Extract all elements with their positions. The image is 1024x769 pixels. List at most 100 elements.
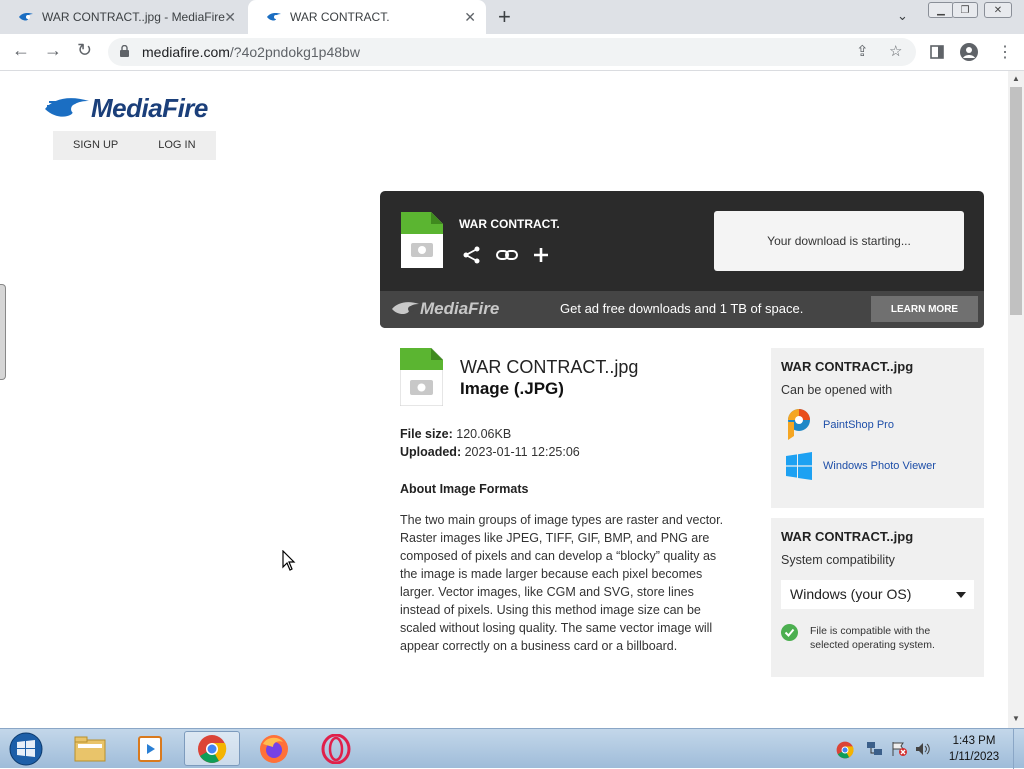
chrome-icon <box>198 734 227 763</box>
new-tab-plus-icon[interactable]: + <box>498 4 511 30</box>
start-button-icon[interactable] <box>6 732 46 766</box>
url-host: mediafire.com <box>142 44 230 60</box>
paintshop-pro-icon <box>788 409 810 440</box>
close-window-icon[interactable]: ✕ <box>984 2 1012 18</box>
windows-taskbar: 1:43 PM 1/11/2023 <box>0 728 1024 769</box>
os-select-value: Windows (your OS) <box>790 586 912 602</box>
windows-logo-icon <box>786 452 812 480</box>
opera-icon <box>321 733 351 764</box>
action-center-flag-icon[interactable] <box>890 741 908 757</box>
os-select[interactable]: Windows (your OS) <box>781 580 974 609</box>
page-content: MediaFire SIGN UP LOG IN WAR CONTRACT. Y… <box>0 71 1008 728</box>
mediafire-logo[interactable]: MediaFire <box>45 93 208 124</box>
back-arrow-icon[interactable]: ← <box>12 40 30 61</box>
copy-link-icon[interactable] <box>496 245 518 265</box>
mediafire-favicon-icon <box>267 13 281 21</box>
tab-mediafire-file[interactable]: WAR CONTRACT..jpg - MediaFire ✕ <box>0 0 246 34</box>
scroll-thumb[interactable] <box>1010 87 1022 315</box>
bookmark-star-icon[interactable]: ☆ <box>889 42 902 60</box>
file-type: Image (.JPG) <box>460 379 564 398</box>
scroll-down-arrow-icon[interactable]: ▼ <box>1012 714 1020 723</box>
browser-toolbar: ← → ↻ mediafire.com/?4o2pndokg1p48bw ⇪ ☆… <box>0 34 1024 71</box>
taskbar-chrome[interactable] <box>184 731 240 766</box>
compat-status: File is compatible with the selected ope… <box>781 624 960 652</box>
mediafire-flame-icon <box>392 302 419 315</box>
tab-title: WAR CONTRACT..jpg - MediaFire <box>42 10 225 24</box>
tab-title: WAR CONTRACT. <box>290 10 390 24</box>
tab-close-icon[interactable]: ✕ <box>224 9 236 26</box>
forward-arrow-icon[interactable]: → <box>44 40 62 61</box>
download-status: Your download is starting... <box>714 211 964 271</box>
reload-icon[interactable]: ↻ <box>77 40 92 61</box>
about-title: About Image Formats <box>400 482 529 496</box>
file-name: WAR CONTRACT..jpg <box>460 357 639 377</box>
file-size-value: 120.06KB <box>456 427 512 441</box>
address-bar[interactable]: mediafire.com/?4o2pndokg1p48bw ⇪ ☆ <box>108 38 916 66</box>
log-in-button[interactable]: LOG IN <box>138 131 215 160</box>
open-with-card: WAR CONTRACT..jpg Can be opened with Pai… <box>771 348 984 508</box>
scroll-up-arrow-icon[interactable]: ▲ <box>1012 74 1020 83</box>
image-file-icon <box>400 348 443 406</box>
download-file-name: WAR CONTRACT. <box>459 217 560 231</box>
network-icon[interactable] <box>866 741 884 757</box>
lock-icon <box>120 45 129 57</box>
promo-bar: MediaFire Get ad free downloads and 1 TB… <box>380 291 984 328</box>
tab-active-download[interactable]: WAR CONTRACT. ✕ <box>248 0 486 34</box>
menu-kebab-icon[interactable]: ⋮ <box>997 42 1013 62</box>
clock-time: 1:43 PM <box>952 735 996 747</box>
learn-more-button[interactable]: LEARN MORE <box>871 296 978 322</box>
app-paintshop-pro[interactable]: PaintShop Pro <box>785 408 894 442</box>
profile-avatar-icon[interactable] <box>960 43 978 61</box>
media-player-icon <box>138 735 162 762</box>
app-name: Windows Photo Viewer <box>823 460 936 472</box>
tray-chrome-icon[interactable] <box>836 741 854 759</box>
share-icon[interactable] <box>462 245 482 265</box>
caret-down-icon <box>956 592 966 598</box>
file-size-label: File size: <box>400 427 453 441</box>
show-desktop-button[interactable] <box>1013 729 1024 769</box>
firefox-icon <box>260 734 288 763</box>
promo-logo: MediaFire <box>392 299 499 319</box>
tab-search-chevron-icon[interactable]: ⌄ <box>897 8 908 24</box>
download-panel: WAR CONTRACT. Your download is starting.… <box>380 191 984 328</box>
compat-title: WAR CONTRACT..jpg <box>781 529 914 544</box>
add-plus-icon[interactable] <box>532 245 550 265</box>
mediafire-flame-icon <box>45 97 89 117</box>
folder-icon <box>74 736 106 761</box>
url-text[interactable]: mediafire.com/?4o2pndokg1p48bw <box>142 44 360 60</box>
open-with-title: WAR CONTRACT..jpg <box>781 359 914 374</box>
app-windows-photo-viewer[interactable]: Windows Photo Viewer <box>785 452 936 480</box>
system-clock[interactable]: 1:43 PM 1/11/2023 <box>944 733 1004 765</box>
mediafire-favicon-icon <box>19 13 33 21</box>
side-panel-handle[interactable] <box>0 284 6 380</box>
share-page-icon[interactable]: ⇪ <box>856 42 869 60</box>
volume-icon[interactable] <box>914 741 932 757</box>
taskbar-media-player[interactable] <box>122 731 178 766</box>
promo-text: Get ad free downloads and 1 TB of space. <box>560 301 804 316</box>
mouse-cursor-icon <box>282 550 296 571</box>
file-size-row: File size: 120.06KB <box>400 427 511 441</box>
sign-up-button[interactable]: SIGN UP <box>53 131 138 160</box>
compat-subtitle: System compatibility <box>781 553 895 567</box>
taskbar-file-explorer[interactable] <box>62 731 118 766</box>
uploaded-label: Uploaded: <box>400 445 462 459</box>
auth-buttons: SIGN UP LOG IN <box>53 131 216 160</box>
open-with-subtitle: Can be opened with <box>781 383 893 397</box>
tab-close-icon[interactable]: ✕ <box>464 9 476 26</box>
logo-text: MediaFire <box>91 93 208 123</box>
app-name: PaintShop Pro <box>823 419 894 431</box>
promo-logo-text: MediaFire <box>420 299 500 318</box>
file-actions <box>462 245 550 265</box>
uploaded-row: Uploaded: 2023-01-11 12:25:06 <box>400 445 580 459</box>
about-body: The two main groups of image types are r… <box>400 513 724 653</box>
restore-window-icon[interactable]: ❐ <box>952 2 978 18</box>
side-panel-icon[interactable] <box>930 45 944 59</box>
taskbar-opera[interactable] <box>308 731 364 766</box>
url-path: /?4o2pndokg1p48bw <box>229 44 360 60</box>
minimize-window-icon[interactable]: ▁ <box>928 2 954 18</box>
clock-date: 1/11/2023 <box>948 751 1000 763</box>
taskbar-firefox[interactable] <box>246 731 302 766</box>
browser-tab-strip: WAR CONTRACT..jpg - MediaFire ✕ WAR CONT… <box>0 0 1024 34</box>
page-scrollbar[interactable]: ▲ ▼ <box>1008 71 1024 728</box>
check-circle-icon <box>781 624 798 641</box>
